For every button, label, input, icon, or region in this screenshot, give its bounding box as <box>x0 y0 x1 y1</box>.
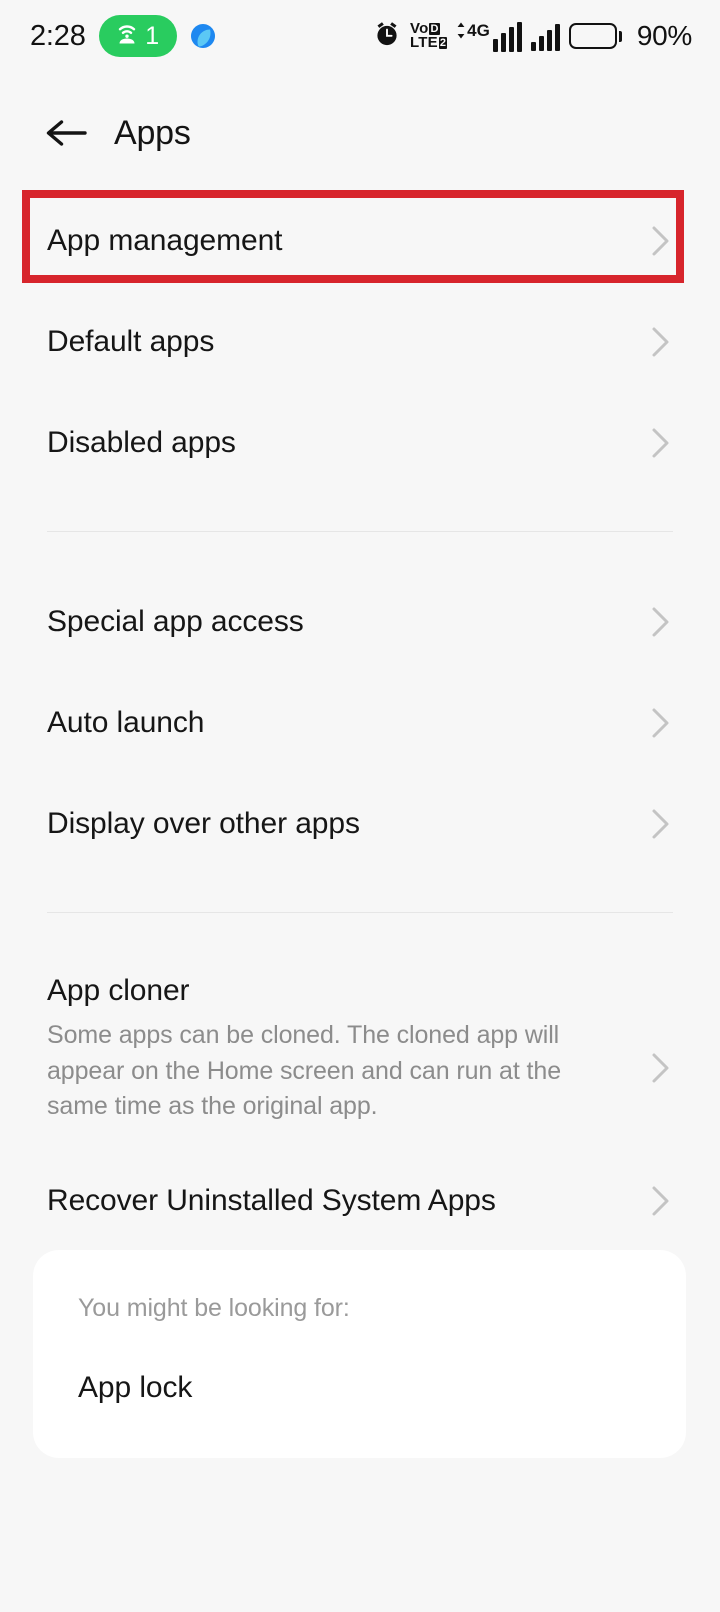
battery-icon <box>568 23 622 49</box>
chevron-right-icon <box>649 322 673 362</box>
settings-row-text-block: App cloner Some apps can be cloned. The … <box>47 974 633 1125</box>
group-spacer-bottom <box>0 532 720 571</box>
alarm-clock-icon <box>373 20 401 53</box>
data-arrows-icon: 4G <box>456 21 490 41</box>
settings-list: App management Default apps Disabled app… <box>0 190 720 1252</box>
battery-percentage-label: 90% <box>636 20 692 51</box>
chevron-right-icon <box>649 1181 673 1221</box>
blue-leaf-app-icon <box>190 23 216 49</box>
chevron-right-icon <box>649 602 673 642</box>
hotspot-status-pill: 1 <box>98 15 177 57</box>
settings-row-label: Recover Uninstalled System Apps <box>47 1184 496 1217</box>
settings-row-recover-uninstalled-system-apps[interactable]: Recover Uninstalled System Apps <box>0 1151 720 1252</box>
signal-bars-sim1-icon <box>492 21 522 52</box>
settings-row-label: App cloner <box>47 974 190 1007</box>
settings-row-auto-launch[interactable]: Auto launch <box>0 672 720 773</box>
chevron-right-icon <box>649 804 673 844</box>
volte-indicator-icon: Vo D LTE 2 <box>410 21 448 51</box>
settings-row-label: Auto launch <box>47 705 205 739</box>
chevron-right-icon <box>649 423 673 463</box>
page-title: Apps <box>114 113 191 152</box>
chevron-right-icon <box>649 703 673 743</box>
chevron-right-icon <box>649 221 673 261</box>
settings-row-label: Display over other apps <box>47 806 360 840</box>
chevron-right-icon <box>649 1048 673 1088</box>
volte-lte-text: LTE <box>410 34 438 51</box>
settings-group-1: App management Default apps Disabled app… <box>0 190 720 493</box>
settings-group-2: Special app access Auto launch Display o… <box>0 571 720 874</box>
status-bar-left: 2:28 1 <box>30 15 216 57</box>
battery-cap <box>618 30 622 42</box>
settings-row-label: Default apps <box>47 324 215 358</box>
settings-row-label: Special app access <box>47 604 304 638</box>
app-bar: Apps <box>0 92 720 174</box>
group-spacer-top <box>0 874 720 912</box>
settings-row-app-management[interactable]: App management <box>0 190 720 291</box>
mobile-data-indicator: 4G <box>456 21 522 52</box>
status-clock: 2:28 <box>30 19 86 52</box>
network-type-label: 4G <box>467 20 490 40</box>
settings-row-display-over-other-apps[interactable]: Display over other apps <box>0 773 720 874</box>
group-spacer-top <box>0 493 720 531</box>
settings-row-description: Some apps can be cloned. The cloned app … <box>47 1021 561 1120</box>
settings-row-disabled-apps[interactable]: Disabled apps <box>0 392 720 493</box>
status-bar-right: Vo D LTE 2 4G 90% <box>373 20 692 53</box>
suggestion-card-title: You might be looking for: <box>78 1294 350 1322</box>
suggestion-card: You might be looking for: App lock <box>33 1250 686 1458</box>
group-spacer-bottom <box>0 913 720 952</box>
settings-row-default-apps[interactable]: Default apps <box>0 291 720 392</box>
settings-row-label: Disabled apps <box>47 425 236 459</box>
suggestion-item-app-lock[interactable]: App lock <box>78 1371 641 1405</box>
settings-row-app-cloner[interactable]: App cloner Some apps can be cloned. The … <box>0 952 720 1151</box>
hotspot-connected-count: 1 <box>145 21 160 50</box>
settings-group-3: App cloner Some apps can be cloned. The … <box>0 952 720 1252</box>
back-arrow-icon[interactable] <box>40 107 92 159</box>
status-bar: 2:28 1 Vo D LTE 2 4G 90% <box>0 0 720 72</box>
settings-row-label: App management <box>47 223 283 257</box>
settings-row-special-app-access[interactable]: Special app access <box>0 571 720 672</box>
signal-bars-sim2-icon <box>530 21 560 51</box>
wifi-hotspot-icon <box>114 22 140 51</box>
battery-body <box>568 23 617 49</box>
volte-sim-badge-2: 2 <box>438 36 448 50</box>
